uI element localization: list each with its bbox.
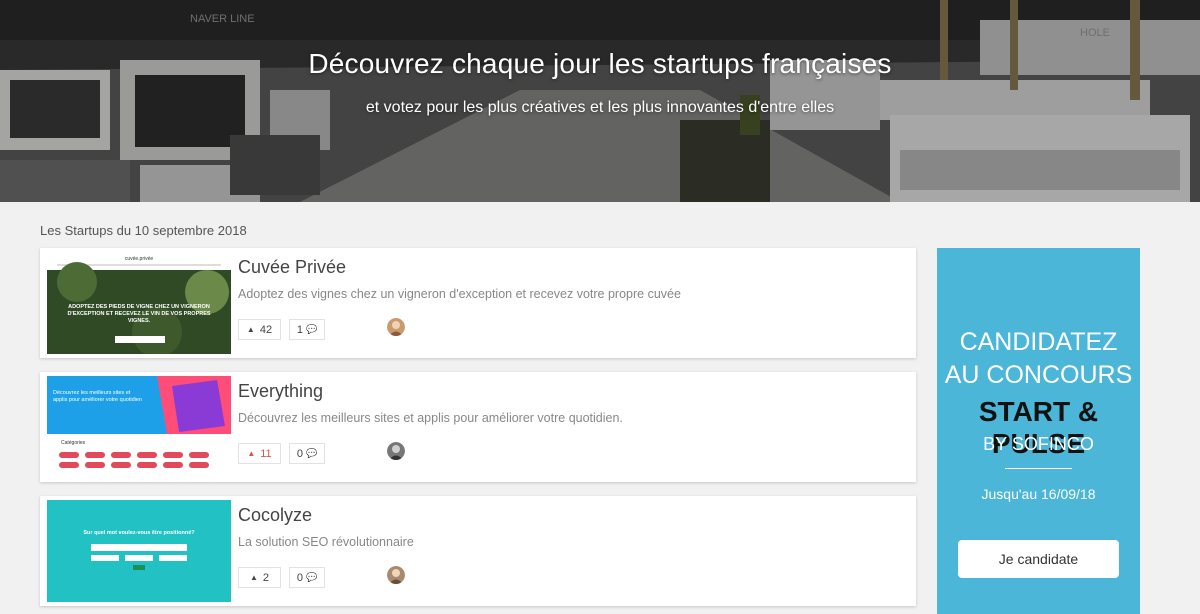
thumb-brand: cuvée.privée — [125, 256, 154, 262]
comment-count: 0 — [296, 447, 303, 460]
startup-name[interactable]: Cuvée Privée — [238, 257, 346, 278]
startup-description: Découvrez les meilleurs sites et applis … — [238, 411, 623, 425]
comment-count: 1 — [296, 323, 303, 336]
upvote-button[interactable]: ▲ 11 — [238, 443, 281, 464]
startup-name[interactable]: Everything — [238, 381, 323, 402]
thumb-headline: Sur quel mot voulez-vous être positionné… — [83, 530, 195, 536]
maker-avatar[interactable] — [387, 442, 405, 460]
hero-banner: NAVER LINE HOLE Découvrez chaque jour le… — [0, 0, 1200, 202]
startup-card-cuvee-privee[interactable]: cuvée.privée ADOPTEZ DES PIEDS DE VIGNE … — [40, 248, 916, 358]
upvote-triangle-icon: ▲ — [246, 325, 255, 334]
vote-count: 42 — [259, 323, 273, 336]
comment-bubble-icon: 💬 — [305, 572, 318, 582]
comment-bubble-icon: 💬 — [305, 324, 318, 334]
startup-thumbnail[interactable]: cuvée.privée ADOPTEZ DES PIEDS DE VIGNE … — [47, 252, 231, 354]
ad-line-1: CANDIDATEZ — [959, 328, 1118, 356]
startup-description: Adoptez des vignes chez un vigneron d'ex… — [238, 287, 681, 301]
vote-count: 11 — [260, 447, 272, 460]
comment-bubble-icon: 💬 — [305, 448, 318, 458]
comments-button[interactable]: 1 💬 — [289, 319, 325, 340]
upvote-triangle-icon: ▲ — [249, 573, 258, 582]
ad-deadline: Jusqu'au 16/09/18 — [981, 486, 1096, 502]
startup-card-cocolyze[interactable]: Sur quel mot voulez-vous être positionné… — [40, 496, 916, 606]
hero-title: Découvrez chaque jour les startups franç… — [308, 48, 892, 79]
startup-thumbnail[interactable]: Découvrez les meilleurs sites et applis … — [47, 376, 231, 478]
hero-subtitle: et votez pour les plus créatives et les … — [365, 99, 835, 116]
maker-avatar[interactable] — [387, 566, 405, 584]
ad-line-2: AU CONCOURS — [944, 361, 1133, 389]
upvote-button[interactable]: ▲ 42 — [238, 319, 281, 340]
upvote-triangle-icon: ▲ — [247, 449, 256, 458]
upvote-button[interactable]: ▲ 2 — [238, 567, 281, 588]
vote-count: 2 — [262, 571, 270, 584]
ad-line-4: BY SOFINCO — [983, 434, 1094, 454]
comments-button[interactable]: 0 💬 — [289, 443, 325, 464]
startup-name[interactable]: Cocolyze — [238, 505, 312, 526]
comment-count: 0 — [296, 571, 303, 584]
startup-thumbnail[interactable]: Sur quel mot voulez-vous être positionné… — [47, 500, 231, 602]
je-candidate-button[interactable]: Je candidate — [958, 540, 1119, 578]
ad-divider — [1005, 468, 1072, 469]
thumb-section: Catégories — [61, 440, 86, 446]
thumb-headline: Découvrez les meilleurs sites et applis … — [53, 390, 142, 403]
startup-card-everything[interactable]: Découvrez les meilleurs sites et applis … — [40, 372, 916, 482]
date-heading: Les Startups du 10 septembre 2018 — [40, 223, 247, 238]
comments-button[interactable]: 0 💬 — [289, 567, 325, 588]
startup-description: La solution SEO révolutionnaire — [238, 535, 414, 549]
maker-avatar[interactable] — [387, 318, 405, 336]
start-pulse-ad-banner[interactable]: CANDIDATEZ AU CONCOURS START & PULSE BY … — [937, 248, 1140, 614]
thumb-headline: ADOPTEZ DES PIEDS DE VIGNE CHEZ UN VIGNE… — [67, 304, 211, 324]
